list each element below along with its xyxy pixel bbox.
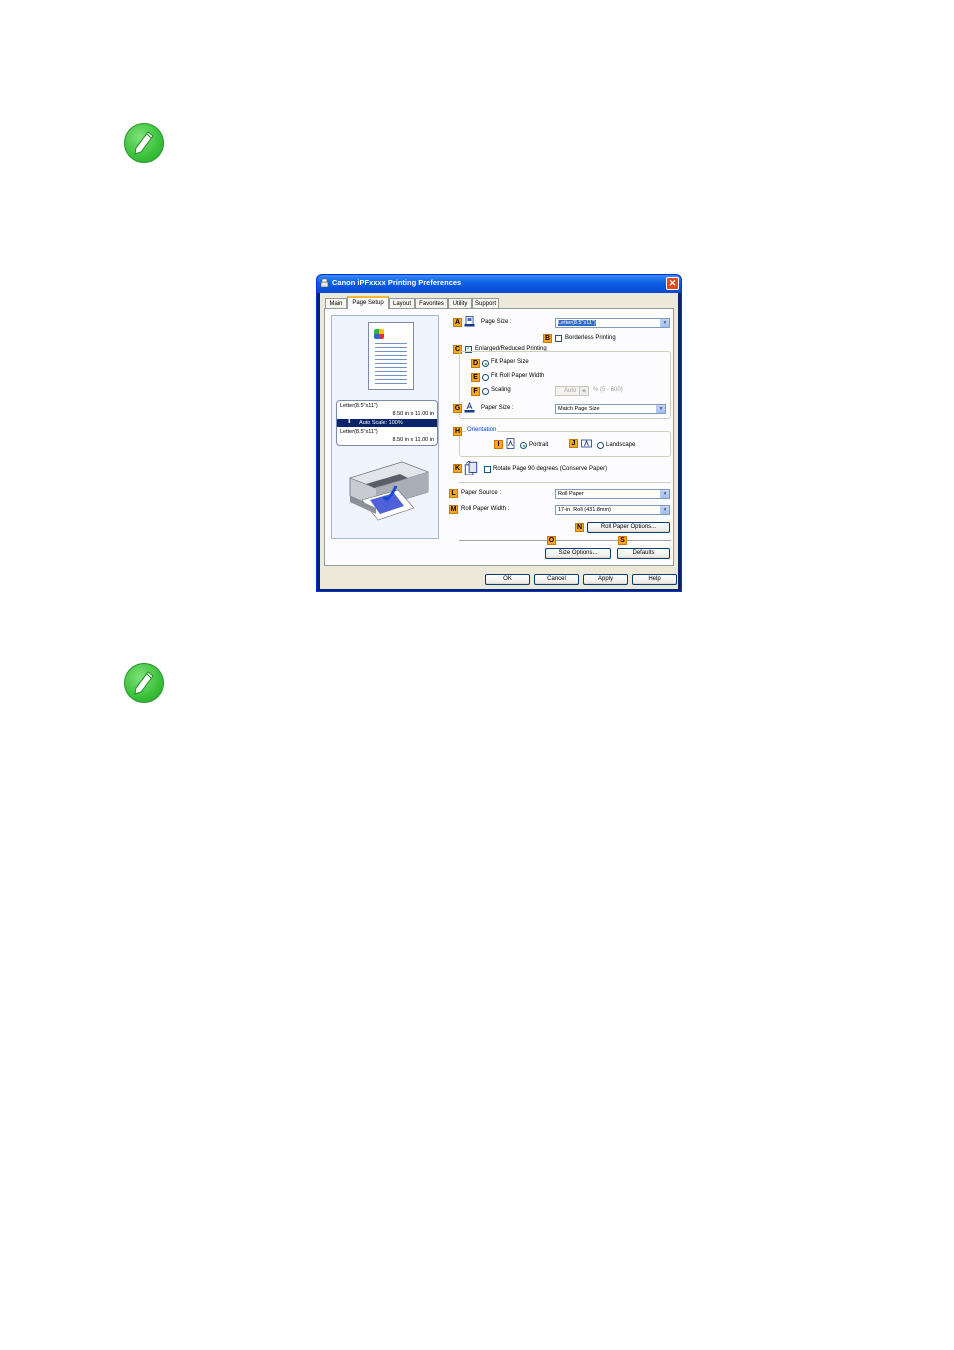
badge-i: I bbox=[494, 440, 503, 449]
paper-source-combo[interactable]: Roll Paper ▼ bbox=[555, 489, 670, 499]
note-icon bbox=[124, 663, 164, 703]
page-size-label: Page Size : bbox=[481, 319, 512, 325]
rotate-page-label: Rotate Page 90 degrees (Conserve Paper) bbox=[493, 466, 608, 472]
chevron-down-icon: ▼ bbox=[660, 490, 669, 498]
badge-k: K bbox=[453, 464, 462, 473]
paper-source-value: Roll Paper bbox=[558, 491, 584, 497]
defaults-button[interactable]: Defaults bbox=[617, 548, 670, 559]
orientation-group bbox=[459, 431, 671, 457]
badge-b: B bbox=[543, 334, 552, 343]
preview-area: Letter(8.5"x11") 8.50 in x 11.00 in ⬇ Au… bbox=[331, 315, 439, 539]
output-paper-dimensions: 8.50 in x 11.00 in bbox=[392, 437, 434, 443]
tab-favorites[interactable]: Favorites bbox=[415, 298, 448, 308]
output-paper-name: Letter(8.5"x11") bbox=[340, 429, 378, 435]
paper-size-label: Paper Size : bbox=[481, 405, 514, 411]
fit-roll-width-radio[interactable] bbox=[482, 374, 489, 381]
pencil-icon bbox=[134, 671, 154, 695]
source-paper-dimensions: 8.50 in x 11.00 in bbox=[392, 411, 434, 417]
page-size-value: Letter(8.5"x11") bbox=[558, 320, 596, 326]
preview-graphic bbox=[374, 329, 384, 339]
badge-m: M bbox=[449, 505, 458, 514]
tab-layout[interactable]: Layout bbox=[389, 298, 415, 308]
scaling-range: % (5 - 600) bbox=[593, 387, 623, 393]
tab-main[interactable]: Main bbox=[325, 298, 347, 308]
portrait-radio[interactable] bbox=[520, 442, 527, 449]
landscape-label: Landscape bbox=[606, 442, 636, 448]
help-button[interactable]: Help bbox=[632, 574, 677, 585]
apply-button[interactable]: Apply bbox=[583, 574, 628, 585]
roll-paper-options-button[interactable]: Roll Paper Options... bbox=[587, 522, 670, 533]
scale-highlight: ⬇ Auto Scale: 100% bbox=[337, 419, 437, 427]
badge-l: L bbox=[449, 489, 458, 498]
chevron-down-icon: ▼ bbox=[660, 319, 669, 327]
scaling-label: Scaling bbox=[491, 387, 511, 393]
badge-o: O bbox=[547, 536, 556, 545]
fit-roll-width-label: Fit Roll Paper Width bbox=[491, 373, 545, 379]
badge-e: E bbox=[471, 373, 480, 382]
roll-width-value: 17-in. Roll (431.8mm) bbox=[558, 507, 611, 513]
tab-support[interactable]: Support bbox=[472, 298, 499, 308]
arrow-down-icon: ⬇ bbox=[347, 419, 352, 425]
tab-page-setup[interactable]: Page Setup bbox=[347, 296, 389, 309]
badge-n: N bbox=[575, 523, 584, 532]
borderless-checkbox[interactable] bbox=[555, 335, 562, 342]
landscape-icon bbox=[581, 439, 592, 448]
window-title: Canon iPFxxxx Printing Preferences bbox=[332, 278, 462, 287]
close-button[interactable]: ✕ bbox=[666, 277, 679, 290]
size-options-button[interactable]: Size Options... bbox=[545, 548, 611, 559]
fit-paper-size-radio[interactable] bbox=[482, 360, 489, 367]
portrait-label: Portrait bbox=[529, 442, 549, 448]
paper-size-combo[interactable]: Match Page Size ▼ bbox=[555, 404, 666, 414]
badge-j: J bbox=[569, 439, 578, 448]
ok-button[interactable]: OK bbox=[485, 574, 530, 585]
printing-preferences-dialog: Canon iPFxxxx Printing Preferences ✕ Mai… bbox=[316, 274, 682, 592]
badge-g: G bbox=[453, 404, 462, 413]
roll-width-combo[interactable]: 17-in. Roll (431.8mm) ▼ bbox=[555, 505, 670, 515]
badge-s: S bbox=[618, 536, 627, 545]
chevron-down-icon: ▼ bbox=[656, 405, 665, 413]
badge-f: F bbox=[471, 387, 480, 396]
page-size-icon bbox=[464, 316, 475, 327]
orientation-label: Orientation bbox=[466, 427, 498, 433]
fit-paper-size-label: Fit Paper Size bbox=[491, 359, 529, 365]
pencil-icon bbox=[134, 131, 154, 155]
spinner-arrows-icon: ◆ bbox=[579, 387, 588, 395]
dialog-client: Main Page Setup Layout Favorites Utility… bbox=[320, 293, 678, 589]
page-size-combo[interactable]: Letter(8.5"x11") ▼ bbox=[555, 318, 670, 328]
page-preview-thumbnail bbox=[368, 322, 414, 390]
paper-source-label: Paper Source : bbox=[461, 490, 502, 496]
auto-scale-text: Auto Scale: 100% bbox=[359, 420, 403, 426]
page-setup-panel: Letter(8.5"x11") 8.50 in x 11.00 in ⬇ Au… bbox=[324, 308, 674, 566]
scaling-spinner[interactable]: Auto ◆ bbox=[555, 386, 589, 396]
badge-d: D bbox=[471, 359, 480, 368]
scaling-radio[interactable] bbox=[482, 388, 489, 395]
printer-app-icon bbox=[320, 278, 329, 288]
landscape-radio[interactable] bbox=[597, 442, 604, 449]
portrait-icon bbox=[506, 438, 515, 449]
borderless-label: Borderless Printing bbox=[565, 335, 616, 341]
rotate-page-checkbox[interactable] bbox=[484, 466, 491, 473]
rotate-page-icon bbox=[464, 461, 478, 475]
separator bbox=[459, 540, 671, 541]
cancel-button[interactable]: Cancel bbox=[534, 574, 579, 585]
title-bar[interactable]: Canon iPFxxxx Printing Preferences ✕ bbox=[317, 275, 681, 293]
source-paper-name: Letter(8.5"x11") bbox=[340, 403, 378, 409]
badge-h: H bbox=[453, 427, 462, 436]
paper-info-box: Letter(8.5"x11") 8.50 in x 11.00 in ⬇ Au… bbox=[336, 400, 438, 446]
roll-width-label: Roll Paper Width : bbox=[461, 506, 510, 512]
note-icon bbox=[124, 123, 164, 163]
separator bbox=[459, 482, 671, 483]
tab-utility[interactable]: Utility bbox=[448, 298, 472, 308]
paper-size-icon bbox=[464, 402, 475, 413]
printer-icon bbox=[349, 461, 429, 521]
chevron-down-icon: ▼ bbox=[660, 506, 669, 514]
paper-size-value: Match Page Size bbox=[558, 406, 600, 412]
scaling-value: Auto bbox=[564, 388, 577, 394]
badge-a: A bbox=[453, 318, 462, 327]
